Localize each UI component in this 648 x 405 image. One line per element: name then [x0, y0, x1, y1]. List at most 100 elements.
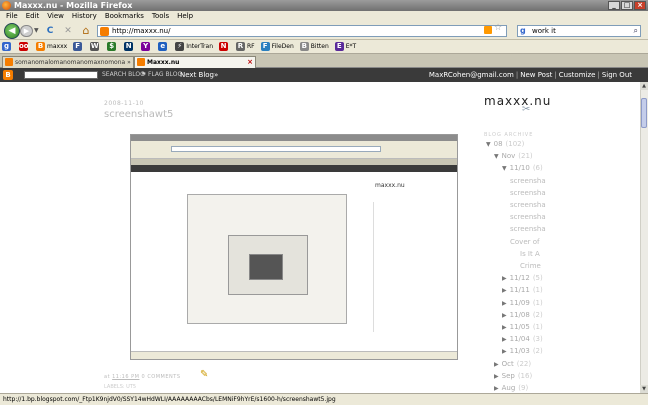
bookmark-item[interactable]: F FileDen — [260, 42, 294, 51]
bookmark-item[interactable]: R RF — [236, 42, 255, 51]
search-blog-button[interactable]: SEARCH BLOG — [102, 68, 145, 82]
menu-help[interactable]: Help — [173, 11, 197, 22]
archive-post-link[interactable]: Cover of — [510, 238, 539, 246]
bookmark-item[interactable]: W — [90, 42, 101, 51]
expanded-triangle-icon[interactable]: ▼ — [502, 165, 507, 172]
vertical-scrollbar[interactable] — [640, 82, 648, 393]
tab-maxxx[interactable]: Maxxx.nu × — [134, 56, 256, 68]
forward-button[interactable]: ▶ — [20, 25, 33, 37]
bookmark-item[interactable]: ⚡ InterTran — [175, 42, 213, 51]
archive-period[interactable]: ▶ 11/04 (3) — [502, 335, 543, 343]
expanded-triangle-icon[interactable]: ▼ — [494, 153, 499, 160]
search-magnifier-icon[interactable]: ⌕ — [634, 26, 638, 36]
archive-period[interactable]: ▶ Aug (9) — [494, 384, 528, 392]
bookmark-item[interactable]: oo — [19, 42, 30, 51]
sign-out-link[interactable]: Sign Out — [602, 68, 632, 82]
stop-button[interactable]: ✕ — [62, 25, 74, 37]
menu-bookmarks[interactable]: Bookmarks — [101, 11, 148, 22]
archive-label: 11/12 — [509, 274, 530, 283]
collapsed-triangle-icon[interactable]: ▶ — [502, 348, 507, 355]
bookmark-item[interactable]: N — [124, 42, 135, 51]
archive-post-link[interactable]: screensha — [510, 189, 546, 197]
next-blog-link[interactable]: Next Blog» — [180, 68, 218, 82]
archive-period[interactable]: ▶ Sep (16) — [494, 372, 532, 380]
bookmark-star-icon[interactable]: ☆ — [494, 23, 502, 33]
close-button[interactable]: × — [634, 1, 646, 10]
blog-logo[interactable]: maxxx.nu — [484, 94, 551, 108]
post-time-link[interactable]: 11:16 PM — [112, 374, 139, 380]
bookmark-item[interactable]: E E*T — [334, 42, 356, 51]
search-input[interactable]: g work it ⌕ — [517, 25, 641, 37]
archive-post-link[interactable]: Is It A — [520, 250, 540, 258]
archive-period[interactable]: ▶ 11/12 (5) — [502, 274, 543, 282]
tab-somanomalo[interactable]: somanomalomanomanomaxnomona » — [2, 56, 134, 68]
archive-post-link[interactable]: screensha — [510, 201, 546, 209]
reload-button[interactable]: C — [44, 25, 56, 37]
home-button[interactable]: ⌂ — [80, 25, 92, 37]
blog-search-input[interactable] — [24, 71, 98, 79]
bookmark-item[interactable]: B Bitten — [299, 42, 329, 51]
archive-period[interactable]: ▼ 08 (102) — [486, 140, 524, 148]
collapsed-triangle-icon[interactable]: ▶ — [502, 275, 507, 282]
collapsed-triangle-icon[interactable]: ▶ — [494, 385, 499, 392]
history-dropdown-icon[interactable]: ▼ — [34, 27, 39, 34]
scrollbar-thumb[interactable] — [641, 98, 647, 128]
bookmark-item[interactable]: $ — [107, 42, 118, 51]
tab-close-icon[interactable]: × — [247, 57, 253, 68]
bookmark-item[interactable]: Bmaxxx — [36, 42, 67, 51]
rss-feed-icon[interactable] — [484, 26, 492, 34]
maximize-button[interactable]: □ — [621, 1, 633, 10]
collapsed-triangle-icon[interactable]: ▶ — [494, 361, 499, 368]
screenshot-image[interactable]: maxxx.nu — [130, 134, 458, 360]
comments-link[interactable]: 0 COMMENTS — [142, 374, 181, 380]
back-button[interactable]: ◀ — [4, 23, 20, 39]
menu-history[interactable]: History — [68, 11, 101, 22]
menu-tools[interactable]: Tools — [148, 11, 173, 22]
collapsed-triangle-icon[interactable]: ▶ — [502, 287, 507, 294]
archive-label: screensha — [510, 213, 546, 222]
archive-post-link[interactable]: screensha — [510, 177, 546, 185]
expanded-triangle-icon[interactable]: ▼ — [486, 141, 491, 148]
bookmark-item[interactable]: F — [73, 42, 84, 51]
flag-blog-button[interactable]: FLAG BLOG — [148, 68, 182, 82]
url-bar[interactable]: http://maxxx.nu/ — [97, 25, 507, 37]
collapsed-triangle-icon[interactable]: ▶ — [502, 336, 507, 343]
archive-label: 11/10 — [509, 164, 530, 173]
archive-label: screensha — [510, 201, 546, 209]
nested-screenshot — [187, 194, 347, 324]
menu-file[interactable]: File — [2, 11, 22, 22]
post-labels[interactable]: LABELS: UT5 — [104, 384, 136, 390]
archive-period[interactable]: ▶ 11/03 (2) — [502, 347, 543, 355]
archive-post-link[interactable]: screensha — [510, 213, 546, 221]
bookmark-item[interactable]: e — [158, 42, 169, 51]
new-post-link[interactable]: New Post — [520, 68, 552, 82]
archive-period[interactable]: ▶ 11/11 (1) — [502, 286, 543, 294]
collapsed-triangle-icon[interactable]: ▶ — [502, 312, 507, 319]
edit-pencil-icon[interactable]: ✎ — [200, 369, 208, 380]
archive-period[interactable]: ▶ 11/05 (1) — [502, 323, 543, 331]
menu-edit[interactable]: Edit — [22, 11, 44, 22]
bookmark-item[interactable]: Y — [141, 42, 152, 51]
collapsed-triangle-icon[interactable]: ▶ — [502, 324, 507, 331]
minimize-button[interactable]: _ — [608, 1, 620, 10]
archive-post-link[interactable]: Crime — [520, 262, 541, 270]
customize-link[interactable]: Customize — [559, 68, 596, 82]
post-title[interactable]: screenshawt5 — [104, 109, 173, 120]
blogger-logo-icon[interactable]: B — [3, 70, 13, 80]
archive-label: Crime — [520, 262, 541, 270]
bookmark-item[interactable]: N — [219, 42, 230, 51]
archive-period[interactable]: ▶ 11/09 (1) — [502, 299, 543, 307]
scroll-up-icon[interactable]: ▲ — [640, 82, 648, 90]
archive-post-link[interactable]: screensha — [510, 225, 546, 233]
archive-period[interactable]: ▶ Oct (22) — [494, 360, 531, 368]
flag-icon[interactable]: ⚑ — [141, 68, 146, 82]
archive-period[interactable]: ▼ 11/10 (6) — [502, 164, 543, 172]
archive-period[interactable]: ▼ Nov (21) — [494, 152, 533, 160]
collapsed-triangle-icon[interactable]: ▶ — [502, 300, 507, 307]
bookmark-item[interactable]: g — [2, 42, 13, 51]
scroll-down-icon[interactable]: ▼ — [640, 385, 648, 393]
archive-period[interactable]: ▶ 11/08 (2) — [502, 311, 543, 319]
search-engine-icon[interactable]: g — [520, 26, 526, 36]
menu-view[interactable]: View — [43, 11, 68, 22]
collapsed-triangle-icon[interactable]: ▶ — [494, 373, 499, 380]
